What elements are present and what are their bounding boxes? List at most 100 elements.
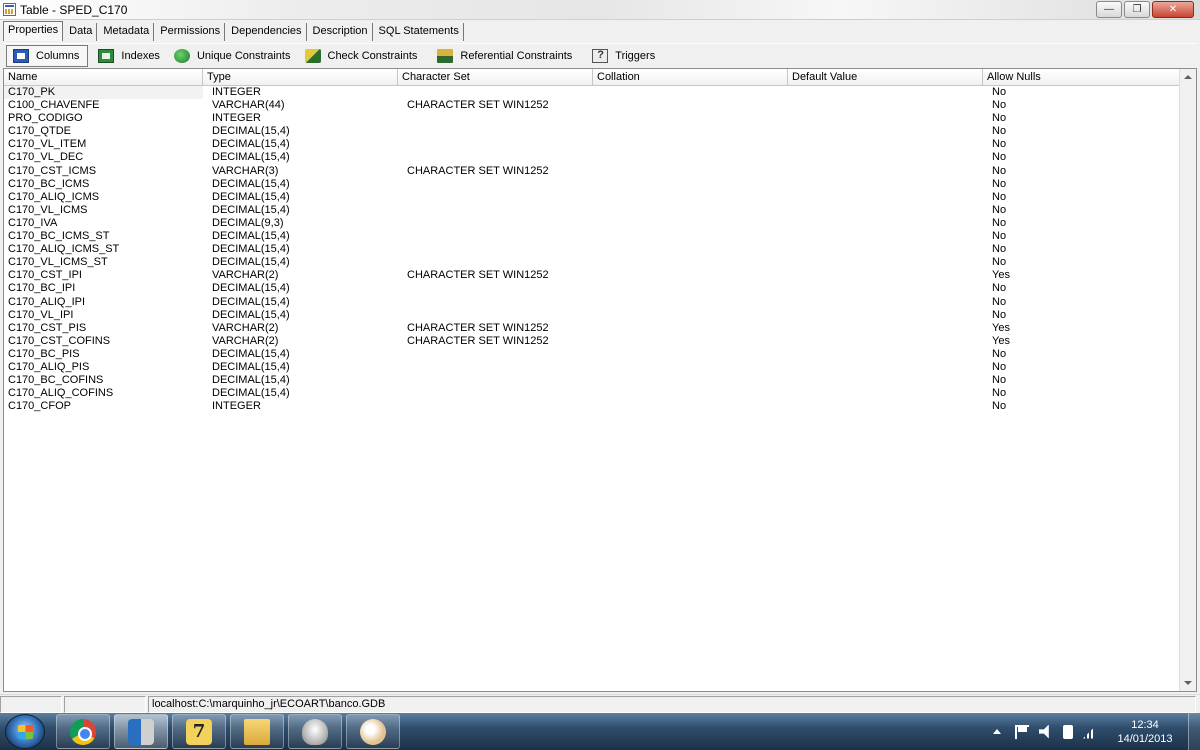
taskbar-ibexpert[interactable]	[114, 714, 168, 749]
table-row[interactable]: C170_CST_PIS VARCHAR(2) CHARACTER SET WIN1…	[4, 322, 1180, 335]
taskbar-drive[interactable]	[288, 714, 342, 749]
header-allow-nulls[interactable]: Allow Nulls	[983, 69, 1180, 86]
cell-type: VARCHAR(2)	[212, 334, 279, 347]
device-icon[interactable]	[1063, 724, 1073, 739]
tab-properties[interactable]: Properties	[3, 21, 64, 41]
table-row[interactable]: C170_ALIQ_IPI DECIMAL(15,4) No	[4, 296, 1180, 309]
table-row[interactable]: C170_QTDE DECIMAL(15,4) No	[4, 125, 1180, 138]
cell-allow-nulls: No	[992, 112, 1007, 125]
cell-default-value	[788, 296, 983, 309]
cell-character-set	[398, 348, 593, 361]
properties-subtabs: Columns Indexes Unique Constraints Check…	[3, 43, 1197, 67]
tab-permissions[interactable]: Permissions	[156, 23, 226, 41]
cell-collation	[593, 86, 788, 99]
show-hidden-icons-icon[interactable]	[993, 729, 1001, 734]
restore-icon: ❐	[1132, 4, 1142, 15]
cell-type: INTEGER	[212, 86, 261, 98]
table-row[interactable]: C170_CST_IPI VARCHAR(2) CHARACTER SET WIN1…	[4, 269, 1180, 282]
table-row[interactable]: C170_VL_ICMS_ST DECIMAL(15,4) No	[4, 256, 1180, 269]
close-button[interactable]: ✕	[1152, 1, 1194, 18]
tab-dependencies[interactable]: Dependencies	[227, 23, 307, 41]
tab-description[interactable]: Description	[309, 23, 373, 41]
volume-icon[interactable]	[1039, 724, 1049, 739]
cell-collation	[593, 309, 788, 322]
subtab-triggers[interactable]: Triggers	[586, 45, 663, 67]
cell-name: C170_IVA	[8, 216, 58, 229]
subtab-indexes[interactable]: Indexes	[92, 45, 168, 67]
unique-constraints-icon	[173, 48, 190, 63]
table-row[interactable]: C170_PK INTEGER No	[4, 86, 1180, 100]
table-row[interactable]: C170_VL_IPI DECIMAL(15,4) No	[4, 309, 1180, 322]
scroll-up-icon[interactable]	[1184, 75, 1192, 79]
table-row[interactable]: C170_CST_COFINS VARCHAR(2) CHARACTER SET W…	[4, 335, 1180, 348]
taskbar-explorer[interactable]	[230, 714, 284, 749]
table-row[interactable]: C170_BC_ICMS DECIMAL(15,4) No	[4, 178, 1180, 191]
subtab-check-constraints[interactable]: Check Constraints	[299, 45, 426, 67]
cell-default-value	[788, 348, 983, 361]
columns-grid[interactable]: Name Type Character Set Collation Defaul…	[3, 68, 1197, 692]
table-row[interactable]: C170_BC_PIS DECIMAL(15,4) No	[4, 348, 1180, 361]
cell-character-set	[398, 387, 593, 400]
cell-name: C170_VL_ICMS	[8, 203, 88, 216]
table-row[interactable]: C170_VL_DEC DECIMAL(15,4) No	[4, 151, 1180, 164]
cell-type: DECIMAL(15,4)	[212, 177, 290, 190]
table-row[interactable]: C170_BC_ICMS_ST DECIMAL(15,4) No	[4, 230, 1180, 243]
show-desktop-button[interactable]	[1188, 713, 1200, 750]
taskbar-7zip[interactable]: 7	[172, 714, 226, 749]
subtab-referential-constraints[interactable]: Referential Constraints	[431, 45, 580, 67]
cell-allow-nulls: No	[992, 203, 1007, 216]
cell-collation	[593, 151, 788, 164]
cell-name: C170_ALIQ_PIS	[8, 360, 90, 373]
tab-sql-statements[interactable]: SQL Statements	[375, 23, 464, 41]
header-name[interactable]: Name	[4, 69, 203, 86]
start-button[interactable]	[5, 714, 45, 749]
taskbar-chrome[interactable]	[56, 714, 110, 749]
cell-type: DECIMAL(15,4)	[212, 256, 290, 269]
header-character-set[interactable]: Character Set	[398, 69, 593, 86]
network-signal-icon[interactable]	[1083, 724, 1097, 739]
window-title: Table - SPED_C170	[20, 3, 128, 17]
table-row[interactable]: C170_ALIQ_PIS DECIMAL(15,4) No	[4, 361, 1180, 374]
check-constraints-icon	[304, 48, 321, 63]
cell-collation	[593, 125, 788, 138]
header-type[interactable]: Type	[203, 69, 398, 86]
header-default-value[interactable]: Default Value	[788, 69, 983, 86]
table-row[interactable]: C170_ALIQ_ICMS_ST DECIMAL(15,4) No	[4, 243, 1180, 256]
tab-metadata[interactable]: Metadata	[99, 23, 155, 41]
taskbar-paint[interactable]	[346, 714, 400, 749]
table-row[interactable]: C170_BC_IPI DECIMAL(15,4) No	[4, 282, 1180, 295]
table-row[interactable]: PRO_CODIGO INTEGER No	[4, 112, 1180, 125]
cell-allow-nulls: No	[992, 282, 1007, 295]
scroll-down-icon[interactable]	[1184, 681, 1192, 685]
header-collation[interactable]: Collation	[593, 69, 788, 86]
table-row[interactable]: C170_BC_COFINS DECIMAL(15,4) No	[4, 374, 1180, 387]
table-row[interactable]: C170_CST_ICMS VARCHAR(3) CHARACTER SET WIN…	[4, 165, 1180, 178]
table-row[interactable]: C170_CFOP INTEGER No	[4, 400, 1180, 413]
cell-default-value	[788, 269, 983, 282]
action-center-flag-icon[interactable]	[1015, 724, 1029, 739]
cell-default-value	[788, 282, 983, 295]
cell-name: C170_VL_ITEM	[8, 138, 87, 151]
subtab-unique-constraints[interactable]: Unique Constraints	[168, 45, 299, 67]
subtab-columns[interactable]: Columns	[6, 44, 89, 67]
cell-name: C170_ALIQ_COFINS	[8, 387, 114, 400]
table-row[interactable]: C170_ALIQ_COFINS DECIMAL(15,4) No	[4, 387, 1180, 400]
subtab-label: Check Constraints	[327, 49, 418, 62]
grid-rows: C170_PK INTEGER No C100_CHAVENFE VARCHAR(44)…	[4, 86, 1180, 413]
cell-allow-nulls: No	[992, 151, 1007, 164]
restore-button[interactable]: ❐	[1124, 1, 1150, 18]
cell-allow-nulls: No	[992, 216, 1007, 229]
vertical-scrollbar[interactable]	[1179, 69, 1196, 691]
tab-data[interactable]: Data	[65, 23, 98, 41]
table-row[interactable]: C100_CHAVENFE VARCHAR(44) CHARACTER SET WI…	[4, 99, 1180, 112]
table-row[interactable]: C170_VL_ICMS DECIMAL(15,4) No	[4, 204, 1180, 217]
minimize-button[interactable]: —	[1096, 1, 1122, 18]
table-row[interactable]: C170_ALIQ_ICMS DECIMAL(15,4) No	[4, 191, 1180, 204]
status-panel-2	[64, 696, 146, 713]
table-row[interactable]: C170_IVA DECIMAL(9,3) No	[4, 217, 1180, 230]
table-row[interactable]: C170_VL_ITEM DECIMAL(15,4) No	[4, 138, 1180, 151]
clock-time: 12:34	[1131, 718, 1159, 731]
clock[interactable]: 12:34 14/01/2013	[1113, 718, 1177, 746]
cell-name: C170_PK	[4, 86, 203, 100]
cell-character-set: CHARACTER SET WIN1252	[407, 334, 549, 347]
